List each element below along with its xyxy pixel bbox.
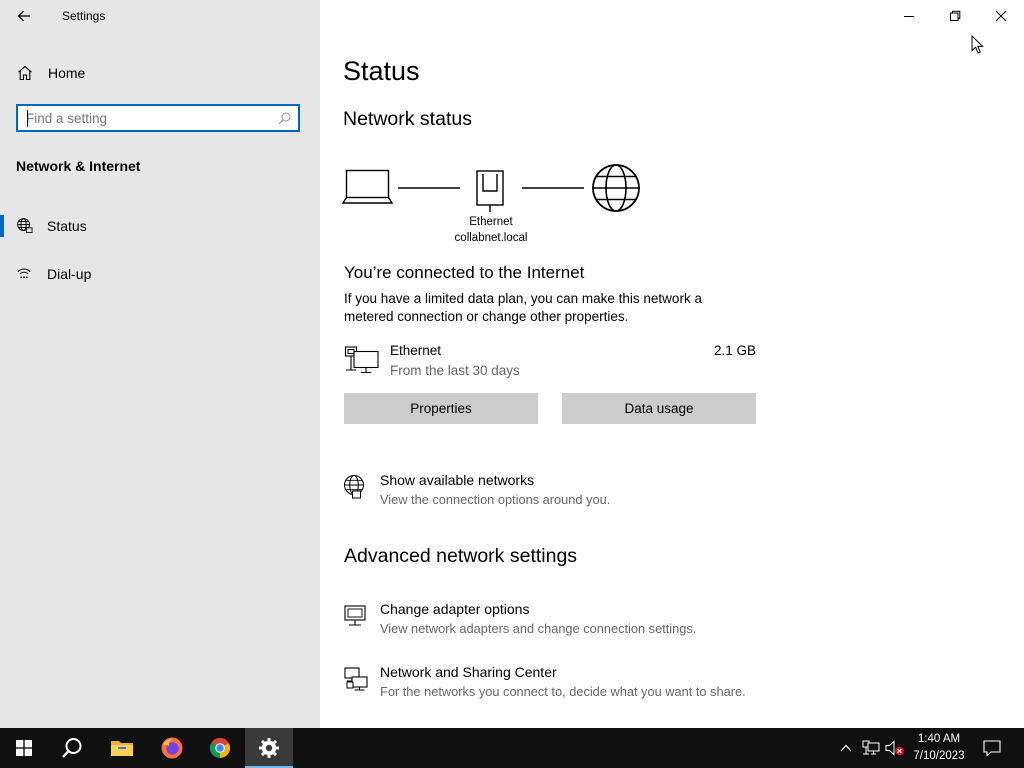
taskbar-search-button[interactable]: [48, 728, 96, 768]
sidebar-item-home[interactable]: Home: [0, 58, 320, 88]
internet-globe-icon: [592, 164, 640, 212]
search-icon[interactable]: [278, 112, 291, 125]
laptop-icon: [341, 169, 394, 204]
back-arrow-icon: [17, 10, 30, 22]
file-explorer-button[interactable]: [98, 728, 146, 768]
active-indicator: [0, 215, 4, 237]
link-title: Change adapter options: [380, 601, 530, 617]
ethernet-icon: [344, 346, 379, 374]
network-globe-icon: [344, 475, 364, 499]
link-description: View network adapters and change connect…: [380, 621, 697, 636]
clock-time: 1:40 AM: [917, 733, 961, 745]
adapter-label: Ethernet collabnet.local: [440, 214, 542, 246]
sidebar-item-status[interactable]: Status: [0, 208, 320, 242]
data-usage-button[interactable]: Data usage: [562, 393, 756, 424]
connection-status-title: You’re connected to the Internet: [344, 263, 585, 282]
mouse-cursor-icon: [971, 35, 984, 54]
action-center-button[interactable]: [976, 728, 1008, 768]
start-button[interactable]: [0, 728, 48, 768]
sharing-center-icon: [344, 667, 368, 691]
dial-up-icon: [17, 268, 31, 279]
network-sharing-center-link[interactable]: Network and Sharing Center For the netwo…: [340, 664, 780, 708]
sidebar: Settings Home Network & Internet Status …: [0, 0, 320, 728]
restore-icon: [950, 10, 961, 21]
network-tray-icon: [862, 740, 880, 755]
adapter-domain: collabnet.local: [454, 232, 528, 244]
network-tray-button[interactable]: [860, 728, 882, 768]
connection-status-description: If you have a limited data plan, you can…: [344, 291, 702, 324]
notification-icon: [983, 740, 1001, 756]
search-icon: [62, 738, 82, 758]
link-description: View the connection options around you.: [380, 492, 611, 507]
settings-taskbar-button[interactable]: [245, 728, 293, 768]
data-usage-amount: 2.1 GB: [713, 343, 756, 358]
link-title: Show available networks: [380, 472, 535, 488]
close-icon: [995, 10, 1007, 22]
chrome-icon: [209, 737, 231, 759]
sidebar-item-label: Home: [48, 65, 86, 81]
sidebar-item-label: Dial-up: [47, 266, 92, 282]
search-input[interactable]: [26, 109, 266, 127]
adapter-icon: [344, 605, 366, 626]
close-button[interactable]: [978, 0, 1024, 32]
link-description: For the networks you connect to, decide …: [380, 684, 746, 699]
settings-icon: [259, 738, 279, 758]
sidebar-item-dial-up[interactable]: Dial-up: [0, 256, 320, 290]
file-explorer-icon: [111, 741, 133, 756]
clock-date: 7/10/2023: [913, 750, 965, 762]
app-title: Settings: [62, 9, 106, 23]
sidebar-item-label: Status: [47, 218, 87, 234]
ethernet-adapter-icon: [476, 170, 504, 212]
connection-period: From the last 30 days: [390, 363, 520, 378]
firefox-button[interactable]: [148, 728, 196, 768]
chevron-up-icon: [840, 744, 852, 752]
change-adapter-options-link[interactable]: Change adapter options View network adap…: [340, 601, 780, 645]
page-title: Status: [343, 56, 420, 86]
start-icon: [16, 740, 32, 756]
chrome-button[interactable]: [196, 728, 244, 768]
network-status-heading: Network status: [343, 108, 472, 130]
link-title: Network and Sharing Center: [380, 664, 557, 680]
show-available-networks-link[interactable]: Show available networks View the connect…: [340, 472, 780, 516]
clock[interactable]: 1:40 AM 7/10/2023: [906, 731, 972, 765]
volume-tray-button[interactable]: [884, 728, 906, 768]
taskbar: 1:40 AM 7/10/2023: [0, 728, 1024, 768]
globe-icon: [17, 218, 33, 234]
text-caret: [27, 110, 28, 127]
section-title: Network & Internet: [16, 158, 141, 174]
minimize-icon: [904, 16, 914, 17]
show-hidden-icons-button[interactable]: [836, 728, 856, 768]
restore-button[interactable]: [932, 0, 978, 32]
back-button[interactable]: [10, 4, 38, 28]
home-icon: [18, 65, 32, 81]
volume-muted-icon: [885, 740, 904, 756]
properties-button[interactable]: Properties: [344, 393, 538, 424]
minimize-button[interactable]: [886, 0, 932, 32]
firefox-icon: [161, 737, 183, 759]
search-box[interactable]: [16, 104, 300, 132]
adapter-name: Ethernet: [469, 216, 513, 228]
connection-name: Ethernet: [390, 343, 442, 358]
advanced-settings-heading: Advanced network settings: [344, 545, 578, 567]
